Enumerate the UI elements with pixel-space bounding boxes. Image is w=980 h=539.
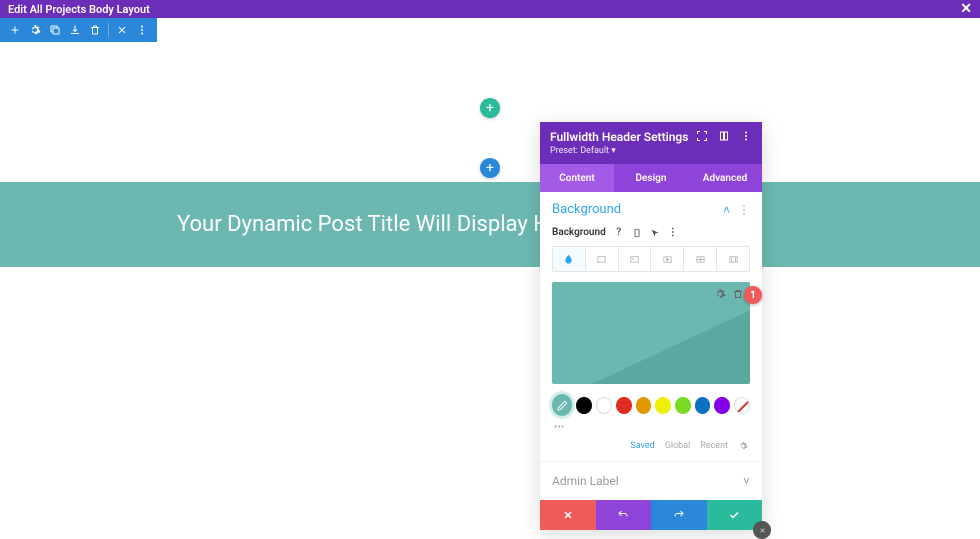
chevron-down-icon: ˅ bbox=[743, 474, 750, 488]
tab-design[interactable]: Design bbox=[614, 164, 688, 192]
swatch-yellow[interactable] bbox=[655, 397, 671, 414]
top-bar: Edit All Projects Body Layout ✕ bbox=[0, 0, 980, 18]
gear-icon[interactable] bbox=[26, 21, 44, 39]
color-library-tabs: Saved Global Recent bbox=[552, 441, 750, 461]
color-tab-recent[interactable]: Recent bbox=[700, 441, 728, 451]
preset-selector[interactable]: Preset: Default ▾ bbox=[550, 146, 688, 156]
background-row: Background ? ⋮ bbox=[552, 227, 750, 238]
more-icon[interactable] bbox=[133, 21, 151, 39]
top-bar-title: Edit All Projects Body Layout bbox=[8, 3, 150, 16]
color-preview-wrap: 1 bbox=[552, 282, 750, 384]
panel-actions bbox=[540, 500, 762, 530]
bg-type-gradient[interactable] bbox=[586, 247, 619, 271]
bg-type-image[interactable] bbox=[619, 247, 652, 271]
bg-type-mask[interactable] bbox=[717, 247, 749, 271]
callout-badge: 1 bbox=[744, 286, 762, 304]
snap-icon[interactable] bbox=[718, 130, 730, 142]
palette-more-icon[interactable]: ••• bbox=[554, 422, 750, 433]
redo-button[interactable] bbox=[651, 500, 707, 530]
color-tab-global[interactable]: Global bbox=[665, 441, 691, 451]
admin-label-section[interactable]: Admin Label ˅ bbox=[540, 462, 762, 500]
background-type-tabs bbox=[552, 246, 750, 272]
preview-trash-icon[interactable] bbox=[732, 288, 744, 300]
close-icon[interactable]: ✕ bbox=[960, 1, 972, 17]
bg-type-pattern[interactable] bbox=[684, 247, 717, 271]
swatch-white[interactable] bbox=[596, 397, 612, 414]
phone-icon[interactable] bbox=[632, 228, 642, 238]
color-palette bbox=[552, 394, 750, 416]
color-settings-icon[interactable] bbox=[738, 441, 748, 451]
swatch-red[interactable] bbox=[616, 397, 632, 414]
color-preview[interactable] bbox=[552, 282, 750, 384]
add-section-button[interactable]: + bbox=[480, 98, 500, 118]
hover-icon[interactable] bbox=[650, 228, 660, 238]
duplicate-icon[interactable] bbox=[46, 21, 64, 39]
swatch-orange[interactable] bbox=[636, 397, 652, 414]
panel-header[interactable]: Fullwidth Header Settings Preset: Defaul… bbox=[540, 122, 762, 164]
add-icon[interactable] bbox=[6, 21, 24, 39]
settings-tabs: Content Design Advanced bbox=[540, 164, 762, 192]
chevron-up-icon[interactable]: ˄ bbox=[723, 203, 730, 217]
bg-type-video[interactable] bbox=[651, 247, 684, 271]
swatch-picker[interactable] bbox=[552, 394, 572, 416]
more-vert-icon[interactable] bbox=[740, 130, 752, 142]
undo-button[interactable] bbox=[596, 500, 652, 530]
resize-handle[interactable] bbox=[753, 521, 771, 539]
admin-label-title: Admin Label bbox=[552, 474, 619, 488]
panel-title: Fullwidth Header Settings bbox=[550, 130, 688, 144]
hero-band[interactable]: Your Dynamic Post Title Will Display Her… bbox=[0, 182, 980, 267]
help-icon[interactable]: ? bbox=[614, 228, 624, 238]
exit-icon[interactable] bbox=[113, 21, 131, 39]
section-more-icon[interactable]: ⋮ bbox=[738, 203, 750, 217]
background-section-header[interactable]: Background ˄ ⋮ bbox=[552, 202, 750, 217]
save-icon[interactable] bbox=[66, 21, 84, 39]
swatch-none[interactable] bbox=[734, 397, 750, 414]
tab-content[interactable]: Content bbox=[540, 164, 614, 192]
section-toolbar bbox=[0, 18, 157, 42]
swatch-green[interactable] bbox=[675, 397, 691, 414]
swatch-blue[interactable] bbox=[695, 397, 711, 414]
trash-icon[interactable] bbox=[86, 21, 104, 39]
swatch-purple[interactable] bbox=[714, 397, 730, 414]
preview-gear-icon[interactable] bbox=[714, 288, 726, 300]
swatch-black[interactable] bbox=[576, 397, 592, 414]
color-tab-saved[interactable]: Saved bbox=[630, 441, 654, 451]
row-more-icon[interactable]: ⋮ bbox=[668, 228, 678, 238]
background-label: Background bbox=[552, 227, 606, 238]
section-title: Background bbox=[552, 202, 621, 217]
cancel-button[interactable] bbox=[540, 500, 596, 530]
bg-type-color[interactable] bbox=[553, 247, 586, 271]
separator bbox=[108, 23, 109, 37]
settings-panel: Fullwidth Header Settings Preset: Defaul… bbox=[540, 122, 762, 530]
hero-title: Your Dynamic Post Title Will Display Her… bbox=[177, 212, 580, 237]
add-row-button[interactable]: + bbox=[480, 158, 500, 178]
tab-advanced[interactable]: Advanced bbox=[688, 164, 762, 192]
drag-handle-icon[interactable] bbox=[696, 130, 708, 142]
